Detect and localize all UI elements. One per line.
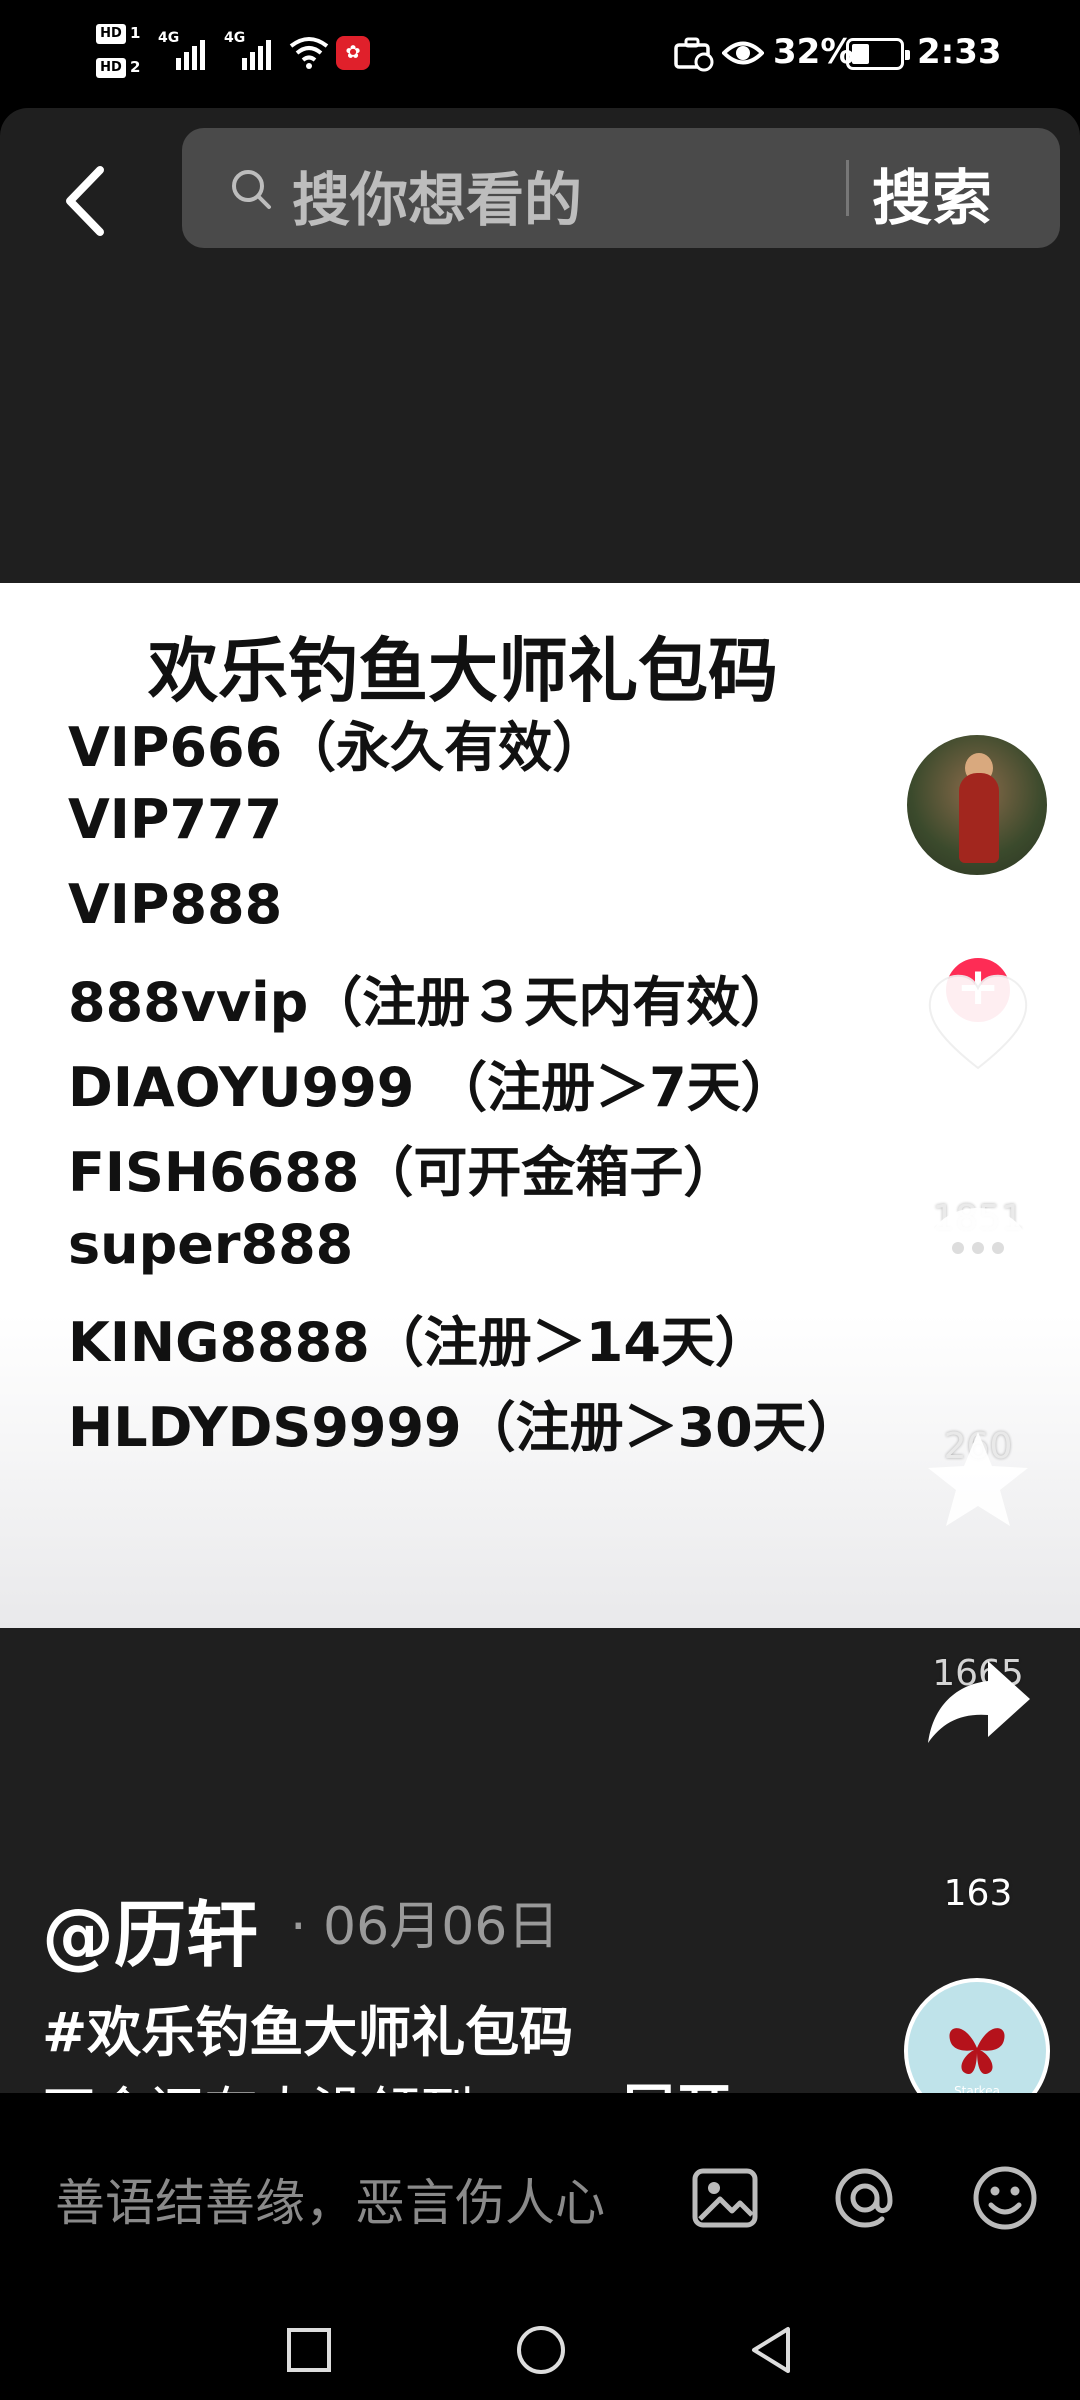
butterfly-icon <box>949 2028 1005 2075</box>
hd-badge-2: HD <box>96 58 126 78</box>
gift-code-line: KING8888（注册＞14天） <box>68 1311 769 1374</box>
search-button[interactable]: 搜索 <box>872 150 992 237</box>
network-type-1: 4G <box>158 30 180 46</box>
recents-button[interactable] <box>282 2323 336 2377</box>
music-label: Starkea <box>954 2084 1000 2093</box>
search-icon <box>232 170 271 209</box>
sim-hd-indicator: HD 1 HD 2 <box>96 22 148 84</box>
post-date: · 06月06日 <box>290 1897 560 1957</box>
gift-code-line: 888vvip（注册３天内有效） <box>68 971 795 1034</box>
status-bar: HD 1 HD 2 4G 4G ✿ 32% 2:33 <box>0 0 1080 110</box>
mention-icon[interactable] <box>830 2163 900 2233</box>
battery-icon <box>846 38 910 70</box>
gift-code-line: super888 <box>68 1213 354 1276</box>
sim-1-label: 1 <box>130 24 141 42</box>
search-input[interactable]: 搜你想看的 <box>292 153 582 237</box>
hashtag-link[interactable]: #欢乐钓鱼大师礼包码 <box>42 1988 573 2067</box>
comment-input[interactable]: 善语结善缘，恶言伤人心 <box>55 2163 605 2235</box>
comment-button[interactable] <box>922 1198 1034 1308</box>
signal-2-icon: 4G <box>224 30 284 70</box>
clock: 2:33 <box>917 32 1002 72</box>
hd-badge-1: HD <box>96 24 126 44</box>
wifi-icon <box>289 37 329 69</box>
author-name[interactable]: @历轩 <box>42 1876 258 1981</box>
video-player-screen: 搜你想看的 搜索 欢乐钓鱼大师礼包码 VIP666（永久有效） VIP777 V… <box>0 108 1080 2093</box>
gift-code-line: DIAOYU999 （注册＞7天） <box>68 1056 795 1119</box>
search-divider <box>846 160 849 216</box>
gift-code-line: FISH6688（可开金箱子） <box>68 1141 738 1204</box>
gift-code-line: VIP888 <box>68 873 283 936</box>
share-count: 163 <box>943 1873 1013 1914</box>
network-type-2: 4G <box>224 30 246 46</box>
gift-code-line: VIP666（永久有效） <box>68 716 607 779</box>
search-bar[interactable]: 搜你想看的 搜索 <box>182 128 1060 248</box>
sim-2-label: 2 <box>130 58 141 76</box>
signal-1-icon: 4G <box>158 30 218 70</box>
gift-code-title: 欢乐钓鱼大师礼包码 <box>148 630 778 712</box>
comment-bar: 善语结善缘，恶言伤人心 <box>0 2093 1080 2301</box>
music-disc[interactable]: Starkea <box>904 1978 1050 2093</box>
eye-comfort-icon <box>722 41 764 65</box>
gift-code-line: HLDYDS9999（注册＞30天） <box>68 1396 861 1459</box>
favorite-button[interactable] <box>922 1426 1034 1536</box>
author-avatar[interactable] <box>904 732 1050 878</box>
expand-button[interactable]: 展开 <box>620 2066 732 2093</box>
battery-percent: 32% <box>773 32 855 72</box>
system-nav-bar <box>0 2301 1080 2400</box>
caption-text: 不会还有人没领到... <box>42 2068 526 2093</box>
briefcase-icon <box>674 37 714 72</box>
app-notification-icon: ✿ <box>336 36 370 70</box>
image-icon[interactable] <box>690 2163 760 2233</box>
share-button[interactable] <box>922 1653 1034 1753</box>
video-frame[interactable]: 欢乐钓鱼大师礼包码 VIP666（永久有效） VIP777 VIP888 888… <box>0 583 1080 1628</box>
like-button[interactable] <box>922 968 1034 1078</box>
gift-code-line: VIP777 <box>68 788 283 851</box>
home-button[interactable] <box>514 2323 568 2377</box>
nav-back-button[interactable] <box>744 2323 798 2377</box>
emoji-icon[interactable] <box>970 2163 1040 2233</box>
back-button[interactable] <box>56 156 116 246</box>
